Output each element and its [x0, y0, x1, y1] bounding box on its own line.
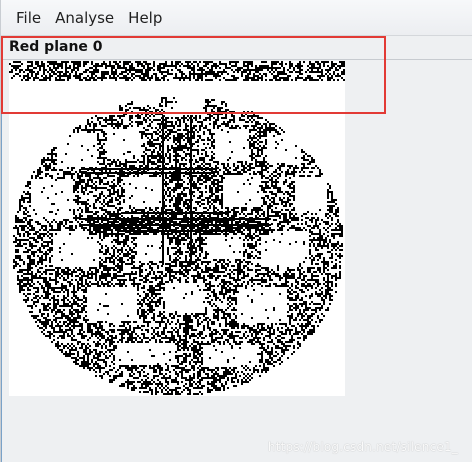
- left-border: [1, 60, 2, 462]
- watermark-text: https://blog.csdn.net/silence1_: [267, 440, 458, 454]
- menu-analyse[interactable]: Analyse: [48, 0, 121, 36]
- menu-file[interactable]: File: [1, 0, 48, 36]
- menu-bar: File Analyse Help: [1, 0, 472, 36]
- image-panel: [9, 61, 345, 396]
- panel-header: Red plane 0: [2, 38, 472, 60]
- menu-help[interactable]: Help: [121, 0, 169, 36]
- bit-plane-image: [9, 61, 345, 396]
- plane-title: Red plane 0: [9, 39, 103, 55]
- stegsolve-window: File Analyse Help Red plane 0 https://bl…: [0, 0, 472, 462]
